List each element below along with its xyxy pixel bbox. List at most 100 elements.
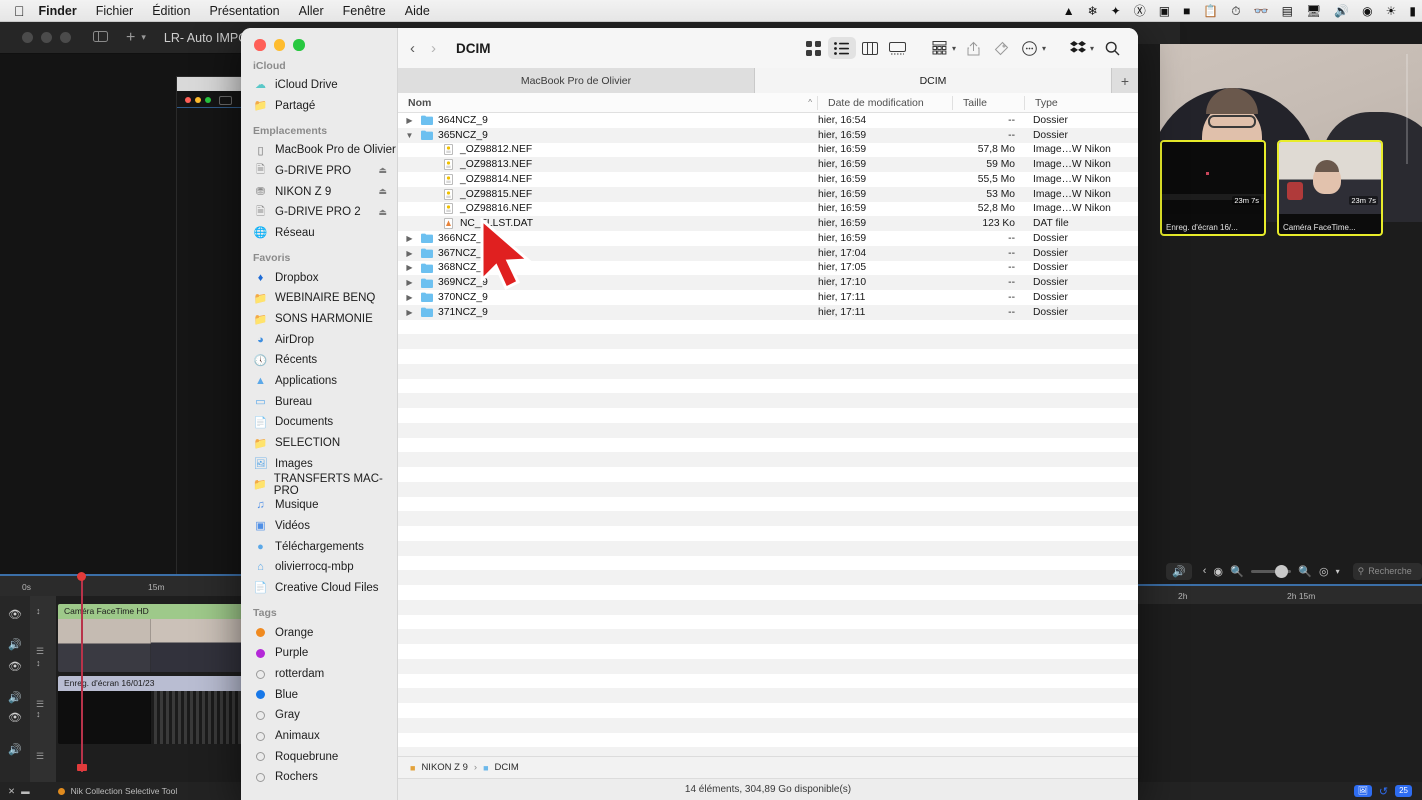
more-options-icon[interactable]: ◎	[1319, 565, 1329, 578]
sidebar-item-macbook-pro[interactable]: ▯ MacBook Pro de Olivier	[241, 140, 397, 161]
track-visibility-icon[interactable]: 👁	[8, 660, 22, 673]
table-row[interactable]: _OZ98815.NEF hier, 16:59 53 Mo Image…W Niko…	[398, 186, 1138, 202]
table-row[interactable]: _OZ98816.NEF hier, 16:59 52,8 Mo Image…W Ni…	[398, 202, 1138, 217]
sidebar-tag-animaux[interactable]: Animaux	[241, 726, 397, 747]
sidebar-tag-gray[interactable]: Gray	[241, 705, 397, 726]
track-reorder-icon[interactable]: ↕	[36, 709, 41, 719]
table-row[interactable]: ▶ 367NCZ_9 hier, 17:04 -- Dossier	[398, 245, 1138, 261]
volume-icon[interactable]: 🔊	[1334, 5, 1349, 17]
forward-button[interactable]: ›	[431, 40, 436, 57]
sidebar-tag-rotterdam[interactable]: rotterdam	[241, 664, 397, 685]
table-row[interactable]: ▶ 364NCZ_9 hier, 16:54 -- Dossier	[398, 113, 1138, 128]
close-button[interactable]	[254, 39, 266, 51]
sidebar-item-transferts-mac-pro[interactable]: 📁 TRANSFERTS MAC-PRO	[241, 473, 397, 497]
vlc-icon[interactable]: ▲	[1063, 5, 1075, 17]
disclosure-closed-icon[interactable]: ▶	[404, 116, 415, 125]
sidebar-tag-roquebrune[interactable]: Roquebrune	[241, 746, 397, 767]
column-header-name[interactable]: Nom ^	[398, 93, 818, 113]
playhead[interactable]	[81, 576, 83, 772]
playhead-foot[interactable]	[77, 764, 87, 771]
zoom-out-icon[interactable]: 🔍	[1230, 565, 1244, 578]
volume-icon[interactable]: 🔊	[1166, 562, 1192, 580]
sidebar-item-telechargements[interactable]: ● Téléchargements	[241, 536, 397, 557]
table-row[interactable]: NC_FLLST.DAT hier, 16:59 123 Ko DAT file	[398, 216, 1138, 231]
chevron-down-icon[interactable]: ▾	[952, 44, 956, 53]
spotlight-binoculars-icon[interactable]: 👓	[1254, 5, 1269, 17]
table-row[interactable]: ▶ 366NCZ_9 hier, 16:59 -- Dossier	[398, 231, 1138, 246]
clipboard-icon[interactable]: 📋	[1203, 5, 1218, 17]
eject-icon[interactable]: ⏏	[378, 207, 387, 218]
track-reorder-icon[interactable]: ↕	[36, 606, 41, 616]
column-header-date[interactable]: Date de modification	[818, 93, 953, 113]
table-row[interactable]: ▶ 370NCZ_9 hier, 17:11 -- Dossier	[398, 290, 1138, 305]
bluejeans-icon[interactable]: ✦	[1111, 5, 1121, 17]
path-segment[interactable]: DCIM	[495, 762, 519, 773]
minimize-button[interactable]	[273, 39, 285, 51]
sf-zoom-button[interactable]	[60, 32, 71, 43]
sf-minimize-button[interactable]	[41, 32, 52, 43]
chevron-down-icon[interactable]: ▾	[1336, 567, 1340, 576]
target-icon[interactable]: ◉	[1213, 565, 1223, 578]
dropbox-icon[interactable]	[1064, 37, 1092, 59]
tab-dcim[interactable]: DCIM	[755, 68, 1112, 93]
sidebar-icon[interactable]	[93, 29, 108, 47]
column-header-size[interactable]: Taille	[953, 93, 1025, 113]
path-segment[interactable]: NIKON Z 9	[421, 762, 467, 773]
sidebar-item-documents[interactable]: 📄 Documents	[241, 412, 397, 433]
sidebar-item-nikon-z9[interactable]: ⛃ NIKON Z 9 ⏏	[241, 181, 397, 202]
screen-record-icon[interactable]: ▣	[1159, 5, 1170, 17]
table-row[interactable]: _OZ98812.NEF hier, 16:59 57,8 Mo Image…W Ni…	[398, 143, 1138, 158]
sidebar-tag-purple[interactable]: Purple	[241, 643, 397, 664]
table-row[interactable]: ▶ 368NCZ_9 hier, 17:05 -- Dossier	[398, 261, 1138, 276]
dropbox-badge-icon[interactable]: ❄	[1088, 5, 1098, 17]
screenflow-right-ruler[interactable]: 2h 2h 15m	[1130, 584, 1422, 604]
track-reorder-icon[interactable]: ↕	[36, 658, 41, 668]
disclosure-open-icon[interactable]: ▼	[404, 131, 415, 140]
tag-icon[interactable]	[988, 37, 1016, 59]
menu-item-presentation[interactable]: Présentation	[209, 4, 279, 18]
share-icon[interactable]	[960, 37, 988, 59]
menu-item-aide[interactable]: Aide	[405, 4, 430, 18]
icon-view-icon[interactable]	[800, 37, 828, 59]
sidebar-item-airdrop[interactable]: ◕ AirDrop	[241, 329, 397, 350]
image-chip[interactable]: 🖼	[1353, 785, 1372, 797]
gallery-view-icon[interactable]	[884, 37, 912, 59]
sidebar-item-sons-harmonie[interactable]: 📁 SONS HARMONIE	[241, 309, 397, 330]
disclosure-closed-icon[interactable]: ▶	[404, 249, 415, 258]
eject-icon[interactable]: ⏏	[378, 165, 387, 176]
table-row[interactable]: ▼ 365NCZ_9 hier, 16:59 -- Dossier	[398, 127, 1138, 143]
back-button[interactable]: ‹	[410, 40, 415, 57]
column-header-type[interactable]: Type	[1025, 93, 1138, 113]
chevron-left-icon[interactable]: ‹	[1203, 565, 1207, 577]
group-by-icon[interactable]	[926, 37, 954, 59]
zoom-slider-knob[interactable]	[1274, 564, 1288, 578]
menu-item-fenetre[interactable]: Fenêtre	[343, 4, 386, 18]
sf-close-button[interactable]	[22, 32, 33, 43]
sidebar-item-creative-cloud-files[interactable]: 📄 Creative Cloud Files	[241, 578, 397, 599]
disclosure-closed-icon[interactable]: ▶	[404, 308, 415, 317]
window-icon[interactable]: ▬	[21, 786, 30, 796]
sidebar-item-selection[interactable]: 📁 SELECTION	[241, 433, 397, 454]
sidebar-item-images[interactable]: 🖼 Images	[241, 454, 397, 475]
search-icon[interactable]	[1098, 37, 1126, 59]
track-audio-icon[interactable]: 🔊	[8, 743, 22, 756]
track-audio-icon[interactable]: 🔊	[8, 691, 22, 704]
sidebar-item-gdrive-pro-2[interactable]: 🗎 G-DRIVE PRO 2 ⏏	[241, 202, 397, 223]
menu-item-finder[interactable]: Finder	[39, 4, 77, 18]
list-view-icon[interactable]	[827, 37, 856, 59]
fps-chip[interactable]: 25	[1395, 785, 1412, 797]
table-row[interactable]: ▶ 369NCZ_9 hier, 17:10 -- Dossier	[398, 275, 1138, 290]
tab-macbook-pro[interactable]: MacBook Pro de Olivier	[398, 68, 755, 93]
sidebar-item-dropbox[interactable]: ♦ Dropbox	[241, 267, 397, 288]
sidebar-item-videos[interactable]: ▣ Vidéos	[241, 516, 397, 537]
track-menu-icon[interactable]: ☰	[36, 646, 44, 657]
disclosure-closed-icon[interactable]: ▶	[404, 234, 415, 243]
menu-item-aller[interactable]: Aller	[299, 4, 324, 18]
close-icon[interactable]: ✕	[8, 786, 15, 797]
disclosure-closed-icon[interactable]: ▶	[404, 278, 415, 287]
zoom-button[interactable]	[293, 39, 305, 51]
chevron-down-icon[interactable]: ▾	[141, 32, 146, 43]
battery-icon[interactable]: ▮	[1409, 5, 1416, 17]
search-field[interactable]: ⚲ Recherche	[1352, 562, 1422, 580]
sidebar-item-recents[interactable]: 🕔 Récents	[241, 350, 397, 371]
